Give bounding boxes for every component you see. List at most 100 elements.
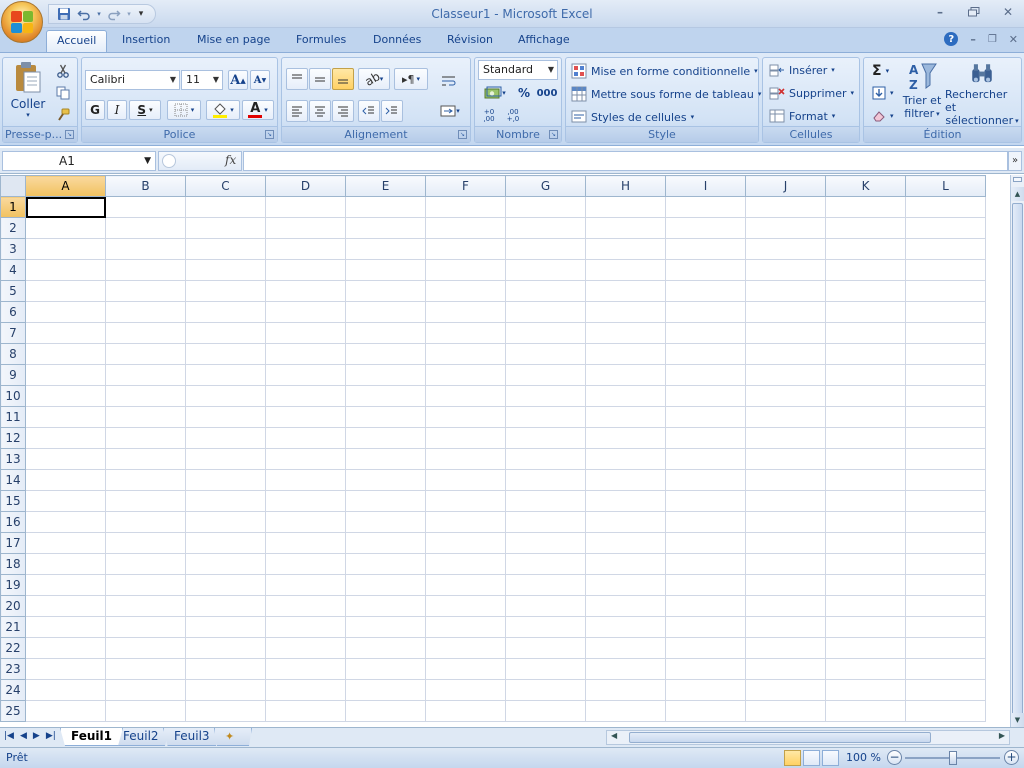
expand-formula-bar-icon[interactable]: » xyxy=(1008,151,1022,171)
cell-d17[interactable] xyxy=(265,532,346,554)
cell-k23[interactable] xyxy=(825,658,906,680)
cell-k6[interactable] xyxy=(825,301,906,323)
row-header-16[interactable]: 16 xyxy=(0,511,26,533)
cell-e2[interactable] xyxy=(345,217,426,239)
cell-g19[interactable] xyxy=(505,574,586,596)
horizontal-scrollbar[interactable]: ◀ ▶ xyxy=(606,730,1010,745)
cell-h20[interactable] xyxy=(585,595,666,617)
cell-h11[interactable] xyxy=(585,406,666,428)
cell-j19[interactable] xyxy=(745,574,826,596)
cell-g10[interactable] xyxy=(505,385,586,407)
cell-i19[interactable] xyxy=(665,574,746,596)
italic-button[interactable]: I xyxy=(107,100,127,120)
sort-filter-button[interactable]: AZ Trier et filtrer ▾ xyxy=(900,60,944,128)
cell-e16[interactable] xyxy=(345,511,426,533)
cell-c19[interactable] xyxy=(185,574,266,596)
row-header-7[interactable]: 7 xyxy=(0,322,26,344)
tab-donnees[interactable]: Données xyxy=(363,30,431,52)
cell-k25[interactable] xyxy=(825,700,906,722)
cell-b22[interactable] xyxy=(105,637,186,659)
cell-c21[interactable] xyxy=(185,616,266,638)
cell-b3[interactable] xyxy=(105,238,186,260)
cell-h8[interactable] xyxy=(585,343,666,365)
cell-g6[interactable] xyxy=(505,301,586,323)
cell-g8[interactable] xyxy=(505,343,586,365)
cell-f14[interactable] xyxy=(425,469,506,491)
cell-g21[interactable] xyxy=(505,616,586,638)
cell-h2[interactable] xyxy=(585,217,666,239)
cell-k9[interactable] xyxy=(825,364,906,386)
cell-l5[interactable] xyxy=(905,280,986,302)
tab-formules[interactable]: Formules xyxy=(286,30,356,52)
cell-b2[interactable] xyxy=(105,217,186,239)
cell-f10[interactable] xyxy=(425,385,506,407)
percent-button[interactable]: % xyxy=(515,83,533,103)
vertical-scroll-thumb[interactable] xyxy=(1012,203,1023,719)
cell-e14[interactable] xyxy=(345,469,426,491)
cell-k1[interactable] xyxy=(825,196,906,218)
cell-e17[interactable] xyxy=(345,532,426,554)
cell-f3[interactable] xyxy=(425,238,506,260)
cell-l19[interactable] xyxy=(905,574,986,596)
wrap-text-button[interactable] xyxy=(436,70,462,92)
cell-styles-button[interactable]: Styles de cellules ▾ xyxy=(571,109,694,125)
currency-button[interactable]: ▾ xyxy=(478,83,512,103)
cell-g16[interactable] xyxy=(505,511,586,533)
cell-b13[interactable] xyxy=(105,448,186,470)
cell-h9[interactable] xyxy=(585,364,666,386)
cell-k15[interactable] xyxy=(825,490,906,512)
cell-i13[interactable] xyxy=(665,448,746,470)
workbook-restore-icon[interactable]: ❐ xyxy=(988,34,997,45)
cell-d6[interactable] xyxy=(265,301,346,323)
cell-a22[interactable] xyxy=(25,637,106,659)
cell-e1[interactable] xyxy=(345,196,426,218)
cell-j9[interactable] xyxy=(745,364,826,386)
cell-c5[interactable] xyxy=(185,280,266,302)
cell-k24[interactable] xyxy=(825,679,906,701)
cell-h23[interactable] xyxy=(585,658,666,680)
cell-a23[interactable] xyxy=(25,658,106,680)
row-header-23[interactable]: 23 xyxy=(0,658,26,680)
cell-i8[interactable] xyxy=(665,343,746,365)
cell-a19[interactable] xyxy=(25,574,106,596)
cell-b14[interactable] xyxy=(105,469,186,491)
cell-k3[interactable] xyxy=(825,238,906,260)
align-left-button[interactable] xyxy=(286,100,308,122)
cell-d8[interactable] xyxy=(265,343,346,365)
cell-k20[interactable] xyxy=(825,595,906,617)
paste-button[interactable]: Coller ▾ xyxy=(6,60,50,126)
cell-f24[interactable] xyxy=(425,679,506,701)
align-middle-button[interactable] xyxy=(309,68,331,90)
cell-i15[interactable] xyxy=(665,490,746,512)
cell-a6[interactable] xyxy=(25,301,106,323)
bold-button[interactable]: G xyxy=(85,100,105,120)
cell-d3[interactable] xyxy=(265,238,346,260)
format-as-table-button[interactable]: Mettre sous forme de tableau ▾ xyxy=(571,86,761,102)
cell-b4[interactable] xyxy=(105,259,186,281)
cell-h1[interactable] xyxy=(585,196,666,218)
number-format-combo[interactable]: Standard ▼ xyxy=(478,60,558,80)
cell-g5[interactable] xyxy=(505,280,586,302)
row-header-25[interactable]: 25 xyxy=(0,700,26,722)
column-header-c[interactable]: C xyxy=(185,175,266,197)
select-all-button[interactable] xyxy=(0,175,26,197)
cell-b5[interactable] xyxy=(105,280,186,302)
cell-c18[interactable] xyxy=(185,553,266,575)
cell-i21[interactable] xyxy=(665,616,746,638)
scroll-left-icon[interactable]: ◀ xyxy=(611,731,617,740)
tab-insertion[interactable]: Insertion xyxy=(112,30,180,52)
sheet-tab-feuil3[interactable]: Feuil3 xyxy=(163,728,221,746)
row-header-6[interactable]: 6 xyxy=(0,301,26,323)
align-bottom-button[interactable] xyxy=(332,68,354,90)
tab-affichage[interactable]: Affichage xyxy=(508,30,580,52)
cell-f11[interactable] xyxy=(425,406,506,428)
cell-k21[interactable] xyxy=(825,616,906,638)
name-box[interactable]: A1 ▼ xyxy=(2,151,156,171)
orientation-button[interactable]: ab ▾ xyxy=(358,68,390,90)
cell-a20[interactable] xyxy=(25,595,106,617)
cell-l22[interactable] xyxy=(905,637,986,659)
cell-i7[interactable] xyxy=(665,322,746,344)
cell-b20[interactable] xyxy=(105,595,186,617)
insert-cells-button[interactable]: Insérer ▾ xyxy=(769,63,835,77)
tab-revision[interactable]: Révision xyxy=(437,30,503,52)
